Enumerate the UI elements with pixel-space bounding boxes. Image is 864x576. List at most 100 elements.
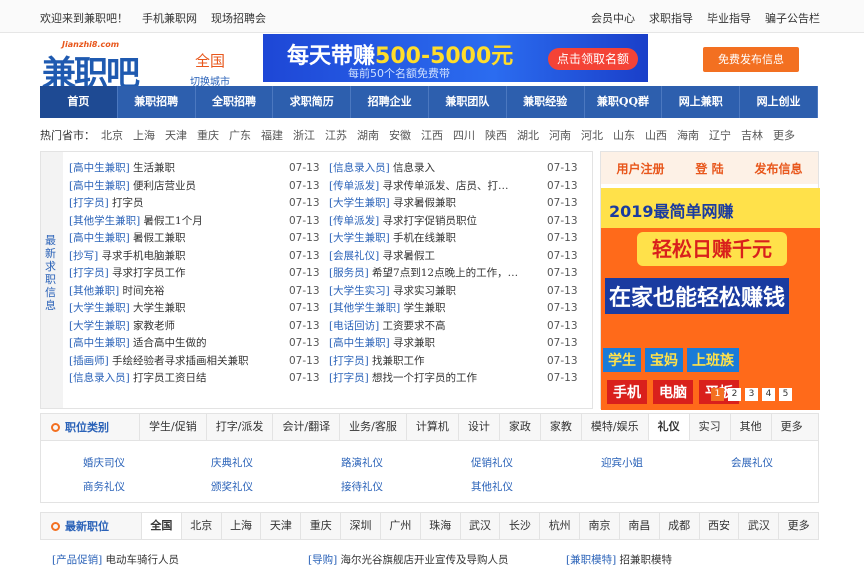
job-category-tag[interactable]: [高中生兼职] — [69, 337, 130, 349]
list-item[interactable]: [大学生兼职] 寻求暑假兼职 — [329, 195, 518, 213]
job-category-tag[interactable]: [导购] — [308, 554, 337, 566]
tab-job-category[interactable]: 家政 — [498, 414, 540, 440]
list-item[interactable]: [大学生兼职] 大学生兼职 — [69, 300, 249, 318]
job-category-tag[interactable]: [大学生兼职] — [69, 320, 130, 332]
job-category-tag[interactable]: [电话回访] — [329, 320, 379, 332]
hot-city-link[interactable]: 安徽 — [389, 127, 411, 143]
latest-job-item[interactable]: [兼职模特] 招兼职模特 — [566, 552, 672, 567]
job-title[interactable]: 寻求兼职 — [393, 337, 435, 349]
ad-slideshow[interactable]: 2019最简单网赚 轻松日赚千元 在家也能轻松赚钱 学生 宝妈 上班族 手机 电… — [601, 188, 820, 410]
tab-job-category[interactable]: 计算机 — [405, 414, 458, 440]
job-category-tag[interactable]: [插画师] — [69, 355, 109, 367]
job-category-tag[interactable]: [打字员] — [69, 197, 109, 209]
job-category-tag[interactable]: [兼职模特] — [566, 554, 616, 566]
job-title[interactable]: 寻求实习兼职 — [393, 285, 456, 297]
job-fair-link[interactable]: 现场招聘会 — [211, 10, 266, 26]
job-category-tag[interactable]: [高中生兼职] — [69, 162, 130, 174]
tab-city[interactable]: 武汉 — [459, 513, 500, 539]
job-title[interactable]: 手绘经验者寻求插画相关兼职 — [112, 355, 249, 367]
nav-online-business[interactable]: 网上创业 — [740, 86, 818, 118]
latest-job-item[interactable]: [产品促销] 电动车骑行人员 — [52, 552, 179, 567]
job-title[interactable]: 寻求手机电脑兼职 — [102, 250, 186, 262]
nav-resumes[interactable]: 求职简历 — [273, 86, 352, 118]
tab-city[interactable]: 全国 — [141, 513, 181, 539]
tab-job-category[interactable]: 会计/翻译 — [272, 414, 339, 440]
hot-city-link[interactable]: 湖北 — [517, 127, 539, 143]
hot-city-link[interactable]: 广东 — [229, 127, 251, 143]
hot-city-link[interactable]: 辽宁 — [709, 127, 731, 143]
job-category-tag[interactable]: [会展礼仪] — [329, 250, 379, 262]
nav-parttime-jobs[interactable]: 兼职招聘 — [118, 86, 196, 118]
job-title[interactable]: 手机在线兼职 — [393, 232, 456, 244]
subcategory-link[interactable]: 商务礼仪 — [83, 479, 125, 494]
job-title[interactable]: 信息录入 — [393, 162, 435, 174]
nav-teams[interactable]: 兼职团队 — [429, 86, 507, 118]
tab-city[interactable]: 上海 — [220, 513, 261, 539]
job-guide-link[interactable]: 求职指导 — [649, 10, 693, 26]
tab-city[interactable]: 广州 — [379, 513, 420, 539]
nav-qq-groups[interactable]: 兼职QQ群 — [585, 86, 663, 118]
tab-job-category[interactable]: 打字/派发 — [205, 414, 273, 440]
job-title[interactable]: 暑假工兼职 — [133, 232, 186, 244]
job-title[interactable]: 暑假工1个月 — [144, 215, 203, 227]
job-category-tag[interactable]: [产品促销] — [52, 554, 102, 566]
list-item[interactable]: [打字员] 寻求打字员工作 — [69, 265, 249, 283]
tab-job-category[interactable]: 业务/客服 — [339, 414, 406, 440]
job-title[interactable]: 打字员工资日结 — [133, 372, 207, 384]
job-category-tag[interactable]: [信息录入员] — [69, 372, 130, 384]
banner-claim-button[interactable]: 点击领取名额 — [548, 48, 638, 70]
job-category-tag[interactable]: [服务员] — [329, 267, 369, 279]
member-center-link[interactable]: 会员中心 — [591, 10, 635, 26]
job-category-tag[interactable]: [大学生兼职] — [69, 302, 130, 314]
job-title[interactable]: 寻求打字促销员职位 — [383, 215, 478, 227]
city-selector[interactable]: 全国 切换城市 — [190, 50, 230, 88]
tab-job-category[interactable]: 模特/娱乐 — [580, 414, 648, 440]
hot-city-link[interactable]: 北京 — [101, 127, 123, 143]
job-title[interactable]: 时间充裕 — [123, 285, 165, 297]
tab-city[interactable]: 北京 — [180, 513, 221, 539]
list-item[interactable]: [高中生兼职] 暑假工兼职 — [69, 230, 249, 248]
hot-city-link[interactable]: 河南 — [549, 127, 571, 143]
subcategory-link[interactable]: 接待礼仪 — [341, 479, 383, 494]
tab-city[interactable]: 珠海 — [419, 513, 460, 539]
list-item[interactable]: [打字员] 想找一个打字员的工作 — [329, 370, 518, 388]
tab-city[interactable]: 南昌 — [618, 513, 659, 539]
hot-city-link[interactable]: 更多 — [773, 127, 795, 143]
job-category-tag[interactable]: [抄写] — [69, 250, 98, 262]
slide-page-3[interactable]: 3 — [745, 388, 758, 401]
job-category-tag[interactable]: [高中生兼职] — [69, 180, 130, 192]
hot-city-link[interactable]: 重庆 — [197, 127, 219, 143]
tab-job-category[interactable]: 实习 — [688, 414, 730, 440]
subcategory-link[interactable]: 婚庆司仪 — [83, 455, 125, 470]
job-title[interactable]: 寻求打字员工作 — [112, 267, 186, 279]
job-title[interactable]: 大学生兼职 — [133, 302, 186, 314]
publish-link[interactable]: 发布信息 — [755, 160, 803, 177]
job-title[interactable]: 招兼职模特 — [620, 554, 673, 566]
tab-job-category[interactable]: 其他 — [729, 414, 771, 440]
list-item[interactable]: [高中生兼职] 适合高中生做的 — [69, 335, 249, 353]
list-item[interactable]: [抄写] 寻求手机电脑兼职 — [69, 248, 249, 266]
job-category-tag[interactable]: [大学生实习] — [329, 285, 390, 297]
list-item[interactable]: [大学生实习] 寻求实习兼职 — [329, 283, 518, 301]
tab-city[interactable]: 西安 — [698, 513, 739, 539]
slide-page-1[interactable]: 1 — [711, 388, 724, 401]
list-item[interactable]: [其他学生兼职] 学生兼职 — [329, 300, 518, 318]
job-category-tag[interactable]: [传单派发] — [329, 180, 379, 192]
graduation-guide-link[interactable]: 毕业指导 — [707, 10, 751, 26]
hot-city-link[interactable]: 浙江 — [293, 127, 315, 143]
hot-city-link[interactable]: 山西 — [645, 127, 667, 143]
list-item[interactable]: [信息录入员] 打字员工资日结 — [69, 370, 249, 388]
tab-city[interactable]: 长沙 — [499, 513, 539, 539]
list-item[interactable]: [其他兼职] 时间充裕 — [69, 283, 249, 301]
tab-city[interactable]: 深圳 — [340, 513, 380, 539]
tab-city[interactable]: 重庆 — [300, 513, 340, 539]
login-link[interactable]: 登 陆 — [695, 160, 723, 177]
hot-city-link[interactable]: 江苏 — [325, 127, 347, 143]
list-item[interactable]: [大学生兼职] 手机在线兼职 — [329, 230, 518, 248]
list-item[interactable]: [高中生兼职] 寻求兼职 — [329, 335, 518, 353]
job-title[interactable]: 寻求暑假工 — [383, 250, 436, 262]
job-title[interactable]: 生活兼职 — [133, 162, 175, 174]
list-item[interactable]: [打字员] 找兼职工作 — [329, 353, 518, 371]
list-item[interactable]: [服务员] 希望7点到12点晚上的工作，… — [329, 265, 518, 283]
subcategory-link[interactable]: 促销礼仪 — [471, 455, 513, 470]
